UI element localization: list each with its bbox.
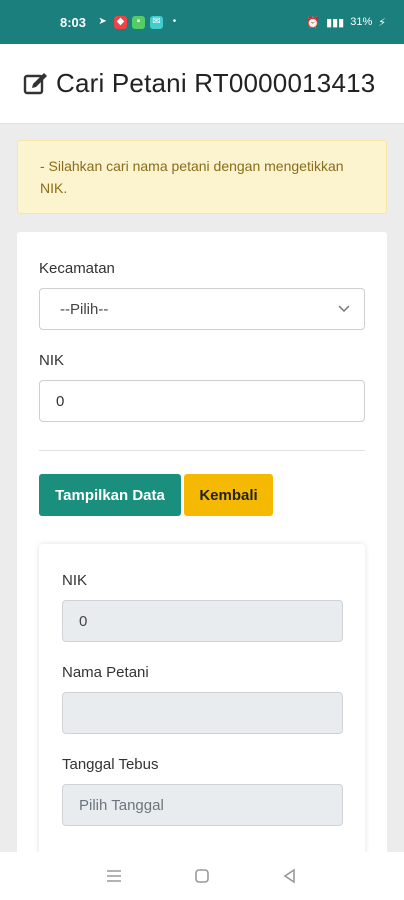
- kecamatan-select-value: --Pilih--: [60, 300, 109, 318]
- menu-icon[interactable]: [105, 867, 123, 885]
- status-time: 8:03: [60, 14, 87, 30]
- tanggal-tebus-label: Tanggal Tebus: [62, 756, 159, 773]
- notification-icons: ➤ ◆ ▪ ✉ •: [96, 15, 181, 29]
- kecamatan-label: Kecamatan: [39, 260, 115, 277]
- nik-label: NIK: [39, 352, 65, 369]
- signal-icon: ▮▮▮: [326, 16, 345, 29]
- kecamatan-select[interactable]: --Pilih--: [39, 288, 365, 330]
- chevron-down-icon: [338, 305, 350, 313]
- app-notification-icon-2: ✉: [150, 15, 164, 29]
- nama-petani-field: [62, 692, 343, 734]
- back-icon[interactable]: [281, 867, 299, 885]
- show-data-button[interactable]: Tampilkan Data: [39, 474, 181, 516]
- status-bar: 8:03 ➤ ◆ ▪ ✉ • ⏰ ▮▮▮ 31% ⚡: [0, 0, 404, 44]
- search-card: Kecamatan --Pilih-- NIK 0 Tampilkan Data…: [17, 232, 387, 852]
- back-button[interactable]: Kembali: [184, 474, 273, 516]
- tanggal-tebus-field[interactable]: Pilih Tanggal: [62, 784, 343, 826]
- nik-input[interactable]: 0: [39, 380, 365, 422]
- system-nav-bar: [0, 852, 404, 900]
- page-title: Cari Petani RT0000013413: [56, 68, 376, 98]
- home-icon[interactable]: [193, 867, 211, 885]
- status-right: ⏰ ▮▮▮ 31% ⚡: [306, 16, 386, 29]
- more-dot-icon: •: [172, 16, 177, 27]
- battery-icon: ⚡: [378, 16, 386, 29]
- main-content: - Silahkan cari nama petani dengan menge…: [0, 124, 404, 852]
- result-nik-label: NIK: [62, 572, 88, 589]
- result-nik-field: 0: [62, 600, 343, 642]
- battery-percent: 31%: [350, 16, 373, 28]
- edit-icon: [23, 72, 47, 94]
- result-card: NIK 0 Nama Petani Tanggal Tebus Pilih Ta…: [39, 544, 365, 852]
- telegram-icon: ➤: [98, 16, 107, 27]
- nama-petani-label: Nama Petani: [62, 664, 149, 681]
- message-icon: ▪: [132, 15, 146, 29]
- info-alert: - Silahkan cari nama petani dengan menge…: [17, 140, 387, 214]
- divider: [39, 450, 365, 451]
- alarm-icon: ⏰: [306, 16, 321, 29]
- app-notification-icon: ◆: [114, 15, 128, 29]
- app-header: Cari Petani RT0000013413: [0, 44, 404, 124]
